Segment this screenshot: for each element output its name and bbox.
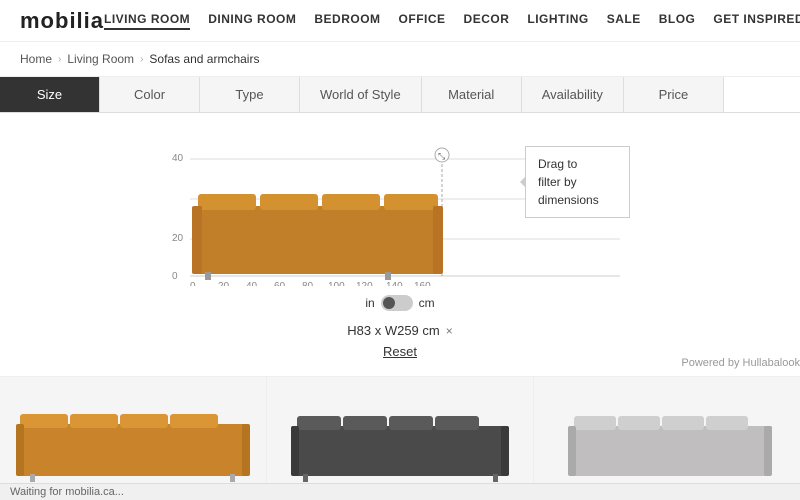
filter-tab-size[interactable]: Size — [0, 77, 100, 112]
size-filter-panel: 40 20 0 — [0, 113, 800, 369]
nav-get-inspired[interactable]: GET INSPIRED — [713, 12, 800, 30]
products-row — [0, 376, 800, 486]
reset-link[interactable]: Reset — [383, 344, 417, 359]
size-close-button[interactable]: × — [446, 324, 453, 338]
breadcrumb-home[interactable]: Home — [20, 52, 52, 66]
size-label: H83 x W259 cm × — [347, 323, 453, 338]
status-bar: Waiting for mobilia.ca... — [0, 483, 800, 500]
svg-text:20: 20 — [218, 281, 230, 286]
filter-tab-world-of-style[interactable]: World of Style — [300, 77, 422, 112]
breadcrumb-sep-2: › — [140, 54, 143, 65]
svg-text:0: 0 — [190, 281, 196, 286]
drag-handle-icon[interactable]: ⤡ — [435, 148, 449, 162]
nav-living-room[interactable]: LIVING ROOM — [104, 12, 190, 30]
tooltip-arrow — [520, 176, 526, 188]
nav-bedroom[interactable]: BEDROOM — [314, 12, 380, 30]
product-card-1[interactable] — [0, 377, 267, 486]
svg-text:60: 60 — [274, 281, 286, 286]
nav-blog[interactable]: BLOG — [659, 12, 696, 30]
main-nav: mobilia LIVING ROOM DINING ROOM BEDROOM … — [0, 0, 800, 42]
tooltip-box: Drag to filter by dimensions — [525, 146, 630, 218]
filter-tab-price[interactable]: Price — [624, 77, 724, 112]
filter-tab-material[interactable]: Material — [422, 77, 522, 112]
tooltip-line1: Drag to — [538, 157, 577, 171]
filter-tab-type[interactable]: Type — [200, 77, 300, 112]
filter-tab-color[interactable]: Color — [100, 77, 200, 112]
tooltip-line3: dimensions — [538, 193, 599, 207]
unit-cm-label: cm — [419, 296, 435, 310]
nav-sale[interactable]: SALE — [607, 12, 641, 30]
svg-text:80: 80 — [302, 281, 314, 286]
selected-size: H83 x W259 cm — [347, 323, 439, 338]
svg-text:20: 20 — [172, 233, 184, 244]
nav-links: LIVING ROOM DINING ROOM BEDROOM OFFICE D… — [104, 12, 800, 30]
nav-lighting[interactable]: LIGHTING — [527, 12, 588, 30]
unit-toggle: in cm — [365, 295, 434, 311]
nav-office[interactable]: OFFICE — [399, 12, 446, 30]
svg-text:0: 0 — [172, 271, 178, 282]
unit-switch[interactable] — [381, 295, 413, 311]
product-card-3[interactable] — [534, 377, 800, 486]
tooltip-line2: filter by — [538, 175, 577, 189]
product-card-2[interactable] — [267, 377, 534, 486]
svg-text:⤡: ⤡ — [438, 151, 445, 161]
breadcrumb-current: Sofas and armchairs — [149, 52, 259, 66]
logo: mobilia — [20, 8, 104, 34]
svg-text:100: 100 — [328, 281, 345, 286]
svg-text:40: 40 — [246, 281, 258, 286]
breadcrumb-section[interactable]: Living Room — [67, 52, 134, 66]
powered-by: Powered by Hullabalook — [681, 357, 800, 369]
toggle-knob — [383, 297, 395, 309]
filter-tabs: Size Color Type World of Style Material … — [0, 77, 800, 113]
unit-in-label: in — [365, 296, 374, 310]
status-text: Waiting for mobilia.ca... — [10, 486, 124, 498]
breadcrumb-sep-1: › — [58, 54, 61, 65]
svg-text:140: 140 — [386, 281, 403, 286]
nav-decor[interactable]: DECOR — [464, 12, 510, 30]
nav-dining-room[interactable]: DINING ROOM — [208, 12, 296, 30]
filter-tab-availability[interactable]: Availability — [522, 77, 624, 112]
svg-text:160: 160 — [414, 281, 431, 286]
breadcrumb: Home › Living Room › Sofas and armchairs — [0, 42, 800, 77]
svg-text:120: 120 — [356, 281, 373, 286]
svg-text:40: 40 — [172, 153, 184, 164]
